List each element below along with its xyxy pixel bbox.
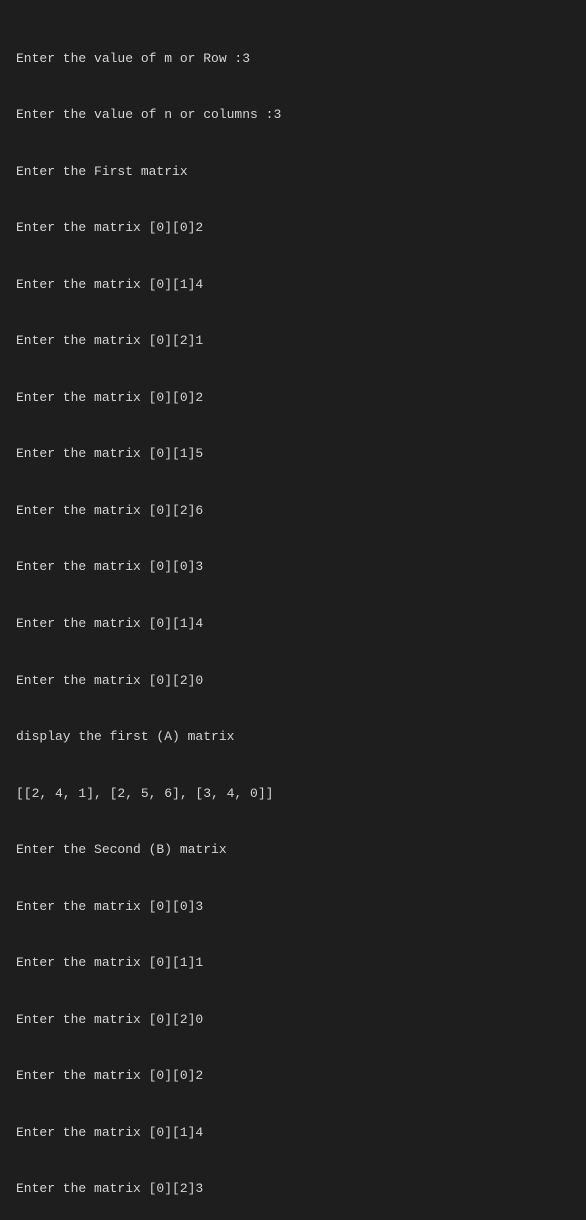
terminal-line: Enter the value of m or Row :3 [16,50,570,69]
terminal-line: Enter the matrix [0][1]4 [16,276,570,295]
terminal-line: Enter the matrix [0][1]4 [16,615,570,634]
terminal-line: Enter the matrix [0][2]0 [16,672,570,691]
terminal-line: Enter the matrix [0][1]1 [16,954,570,973]
terminal-line: Enter the matrix [0][1]4 [16,1124,570,1143]
terminal-line: Enter the matrix [0][2]0 [16,1011,570,1030]
terminal-line: Enter the matrix [0][2]6 [16,502,570,521]
terminal-line: Enter the matrix [0][0]2 [16,219,570,238]
terminal-line: Enter the matrix [0][2]1 [16,332,570,351]
terminal-line: Enter the matrix [0][2]3 [16,1180,570,1199]
terminal-line: Enter the matrix [0][0]3 [16,558,570,577]
terminal-line: display the first (A) matrix [16,728,570,747]
terminal-line: Enter the value of n or columns :3 [16,106,570,125]
terminal-line: Enter the First matrix [16,163,570,182]
terminal-line: Enter the matrix [0][0]3 [16,898,570,917]
terminal-line: Enter the matrix [0][0]2 [16,389,570,408]
terminal-output: Enter the value of m or Row :3 Enter the… [16,12,570,1220]
terminal-line: Enter the matrix [0][1]5 [16,445,570,464]
terminal-line: Enter the matrix [0][0]2 [16,1067,570,1086]
terminal-line: [[2, 4, 1], [2, 5, 6], [3, 4, 0]] [16,785,570,804]
terminal-line: Enter the Second (B) matrix [16,841,570,860]
